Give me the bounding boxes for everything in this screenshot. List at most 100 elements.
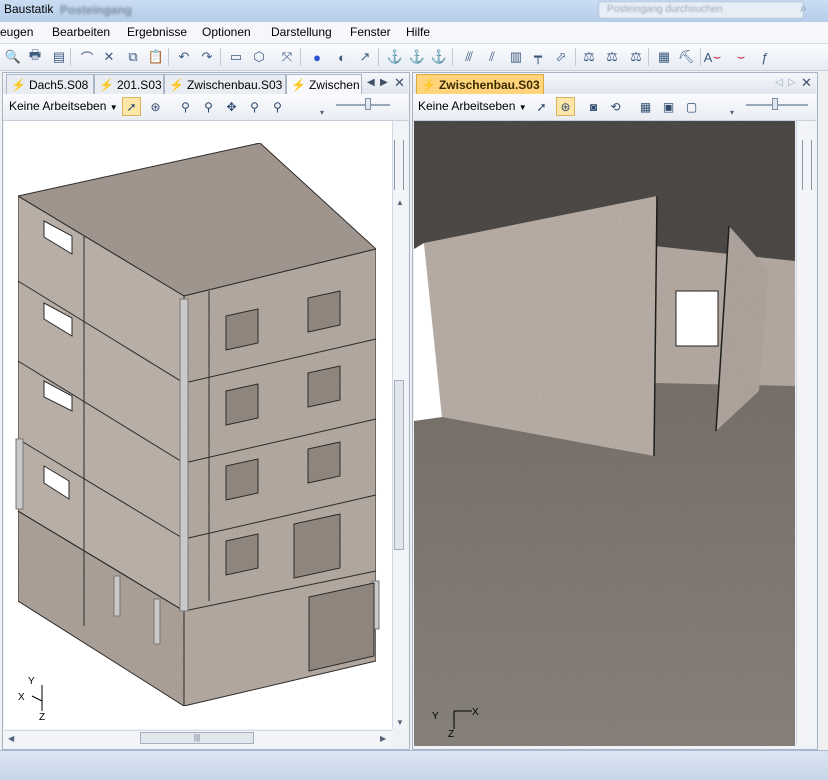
overflow-chevron-icon[interactable]: ▾: [320, 108, 324, 117]
support-icon[interactable]: ⚖: [580, 48, 598, 66]
app-title: Baustatik: [4, 2, 54, 16]
scroll-down-icon[interactable]: ▼: [396, 718, 404, 727]
slab-icon[interactable]: ⫽: [483, 48, 501, 66]
menu-darstellung[interactable]: Darstellung: [271, 25, 332, 39]
close-icon[interactable]: ✕: [394, 75, 405, 91]
right-side-strip: [796, 121, 815, 746]
search-icon[interactable]: ⌕: [800, 1, 818, 17]
toolbar-separator: [452, 48, 453, 66]
toolbar-separator: [300, 48, 301, 66]
page-setup-icon[interactable]: ▤: [50, 48, 68, 66]
building-model-isometric: Y X Z: [15, 142, 380, 723]
zoom-slider-track: [336, 104, 390, 106]
menu-fenster[interactable]: Fenster: [350, 25, 391, 39]
load2-icon[interactable]: ⚓: [408, 48, 426, 66]
status-bar: [0, 750, 828, 780]
measure-icon[interactable]: ↗: [356, 48, 374, 66]
walk-icon[interactable]: ⟲: [606, 97, 625, 116]
tab-scroll-left-icon[interactable]: ◁: [775, 77, 783, 88]
tab-scroll-right-icon[interactable]: ▷: [788, 77, 796, 88]
pan-icon[interactable]: ✥: [222, 97, 241, 116]
model-icon: ⚡: [421, 77, 436, 92]
tab-zwischenbau-active[interactable]: ⚡ Zwischenbau.S03: [416, 74, 544, 94]
lasso-icon[interactable]: ⌒: [78, 48, 96, 66]
left-vscroll-thumb[interactable]: [394, 380, 404, 550]
camera-icon[interactable]: ◙: [584, 97, 603, 116]
zoom-select-icon[interactable]: ⊛: [146, 97, 165, 116]
layer-select[interactable]: Keine Arbeitseben ▼: [9, 99, 118, 113]
select-pointer-icon[interactable]: ➚: [122, 97, 141, 116]
beam-icon[interactable]: ⫻: [460, 48, 478, 66]
zoom-select-icon[interactable]: ⊛: [556, 97, 575, 116]
redo-icon[interactable]: ↷: [198, 48, 216, 66]
paste-icon[interactable]: 📋: [147, 48, 165, 66]
zoom-window-icon[interactable]: ⚲: [176, 97, 195, 116]
zoom-slider-thumb[interactable]: [365, 98, 371, 110]
axis-x-label: X: [18, 692, 25, 703]
sphere-icon[interactable]: ●: [308, 48, 326, 66]
cube-view-icon[interactable]: ⬡: [250, 48, 268, 66]
menu-optionen[interactable]: Optionen: [202, 25, 251, 39]
delete-icon[interactable]: ✕: [100, 48, 118, 66]
structure-icon[interactable]: ⤧: [278, 48, 296, 66]
toolbar-separator: [575, 48, 576, 66]
splitter-handle[interactable]: [802, 140, 812, 190]
tab-scroll-left-icon[interactable]: ◀: [367, 77, 375, 88]
right-3d-viewport[interactable]: Y X Z: [414, 121, 795, 746]
menu-werkzeuge[interactable]: eugen: [0, 25, 33, 39]
print-icon[interactable]: 🖶: [26, 47, 44, 66]
close-icon[interactable]: ✕: [801, 75, 812, 91]
scroll-left-icon[interactable]: ◀: [8, 734, 14, 743]
overflow-chevron-icon[interactable]: ▾: [730, 108, 734, 117]
moment-icon[interactable]: ⌣: [708, 48, 726, 66]
view-side-icon[interactable]: ▣: [659, 97, 678, 116]
view-frame-icon[interactable]: ▢: [682, 97, 701, 116]
zoom-icon[interactable]: ⚲: [199, 97, 218, 116]
chevron-down-icon: ▼: [518, 103, 527, 112]
axis-x-label: X: [472, 707, 479, 718]
support2-icon[interactable]: ⚖: [603, 48, 621, 66]
splitter-handle[interactable]: [394, 140, 404, 190]
load3-icon[interactable]: ⚓: [430, 48, 448, 66]
document-title: Posteingang: [60, 3, 133, 17]
open-model-icon[interactable]: ▭: [227, 48, 245, 66]
zoom-in-icon[interactable]: ⚲: [245, 97, 264, 116]
load-icon[interactable]: ⚓: [386, 48, 404, 66]
select-pointer-icon[interactable]: ➚: [532, 97, 551, 116]
tab-dach5[interactable]: ⚡ Dach5.S08: [6, 74, 94, 94]
menu-ergebnisse[interactable]: Ergebnisse: [127, 25, 187, 39]
ramp-icon[interactable]: ⬀: [552, 48, 570, 66]
undo-icon[interactable]: ↶: [175, 48, 193, 66]
scroll-right-icon[interactable]: ▶: [380, 734, 386, 743]
search-input[interactable]: Posteingang durchsuchen: [598, 1, 804, 19]
tab-zwischen-current[interactable]: ⚡ Zwischen: [286, 74, 362, 94]
tab-zwischenbau[interactable]: ⚡ Zwischenbau.S03: [164, 74, 286, 94]
moment2-icon[interactable]: ⌣: [732, 48, 750, 66]
left-3d-viewport[interactable]: Y X Z: [4, 121, 392, 729]
wall-icon[interactable]: ▥: [507, 48, 525, 66]
layer-select[interactable]: Keine Arbeitseben ▼: [418, 99, 527, 113]
tab-scroll-right-icon[interactable]: ▶: [380, 77, 388, 88]
toolbar-separator: [220, 48, 221, 66]
toolbar-separator: [648, 48, 649, 66]
column-icon[interactable]: ┯: [529, 48, 547, 66]
tools-icon[interactable]: ⛏: [677, 48, 695, 66]
toolbar-separator: [168, 48, 169, 66]
tab-201[interactable]: ⚡ 201.S03: [94, 74, 164, 94]
render-icon[interactable]: ◐: [333, 48, 351, 66]
left-hscroll-thumb[interactable]: |||: [140, 732, 254, 744]
menu-hilfe[interactable]: Hilfe: [406, 25, 430, 39]
table-icon[interactable]: ▦: [655, 48, 673, 66]
scroll-up-icon[interactable]: ▲: [396, 198, 404, 207]
model-icon: ⚡: [291, 77, 306, 92]
menu-bearbeiten[interactable]: Bearbeiten: [52, 25, 110, 39]
copy-icon[interactable]: ⧉: [124, 48, 142, 66]
zoom-out-icon[interactable]: ⚲: [268, 97, 287, 116]
window-opening: [675, 290, 719, 347]
support3-icon[interactable]: ⚖: [627, 48, 645, 66]
formula-icon[interactable]: ƒ: [756, 48, 774, 66]
toolbar-separator: [378, 48, 379, 66]
print-preview-icon[interactable]: 🔍: [4, 48, 22, 66]
zoom-slider-thumb[interactable]: [772, 98, 778, 110]
view-front-icon[interactable]: ▦: [636, 97, 655, 116]
